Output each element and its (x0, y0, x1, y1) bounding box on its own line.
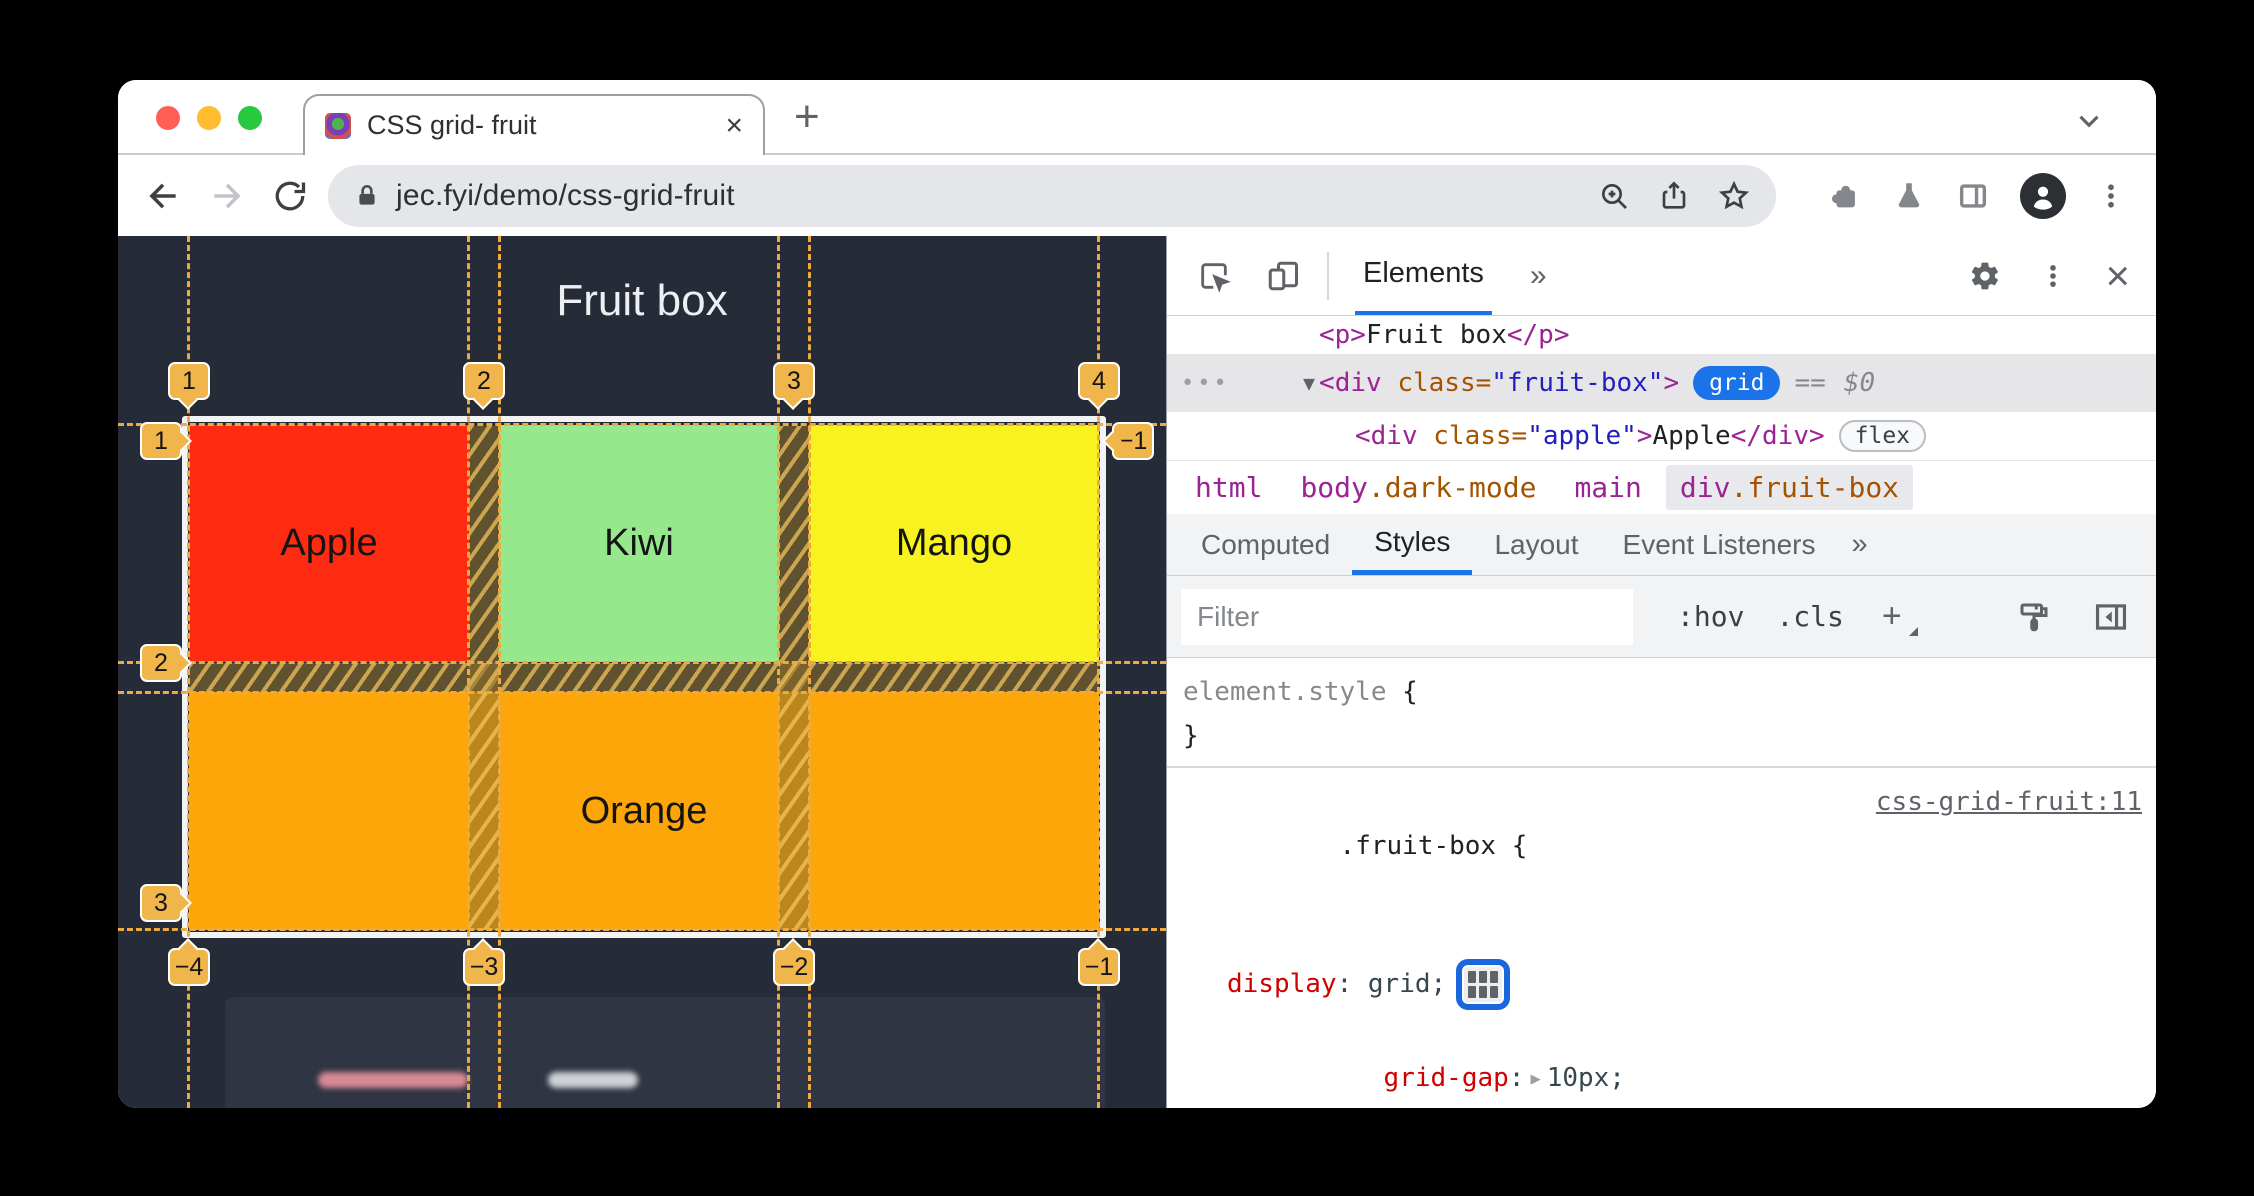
tab-close-icon[interactable]: × (725, 110, 743, 141)
beaker-flask-icon[interactable] (1892, 179, 1926, 213)
devtools-toolbar: Elements » × (1167, 236, 2156, 316)
fruit-box-rule-selector[interactable]: .fruit-box { css-grid-fruit:11 (1167, 768, 2156, 956)
browser-window: CSS grid- fruit × + jec.fyi/demo/css-gri… (118, 80, 2156, 1108)
breadcrumb-item-fruit-box[interactable]: div.fruit-box (1665, 465, 1914, 510)
divider (1327, 251, 1329, 300)
url-text[interactable]: jec.fyi/demo/css-grid-fruit (396, 179, 735, 213)
node-options-dots[interactable]: ••• (1181, 371, 1247, 396)
toggle-pseudo-class-button[interactable]: :hov (1677, 600, 1744, 633)
tab-elements[interactable]: Elements (1355, 236, 1492, 315)
inspect-element-icon[interactable] (1197, 259, 1231, 293)
next-section-panel (225, 997, 1105, 1108)
tab-computed[interactable]: Computed (1179, 514, 1352, 575)
grid-overlay-line (118, 691, 1166, 694)
toggle-sidebar-icon[interactable] (2092, 598, 2130, 636)
zoom-icon[interactable] (1598, 180, 1630, 212)
grid-badge-button[interactable]: grid (1693, 366, 1781, 400)
devtools-panel: Elements » × <p> Fruit box </p> ••• ▼ <d… (1166, 236, 2156, 1108)
side-panel-icon[interactable] (1956, 179, 1990, 213)
tab-event-listeners[interactable]: Event Listeners (1601, 514, 1838, 575)
breadcrumb-item-html[interactable]: html (1181, 465, 1276, 510)
stylesheet-source-link[interactable]: css-grid-fruit:11 (1876, 780, 2142, 824)
chevron-down-icon[interactable] (2072, 104, 2106, 138)
flex-badge-button[interactable]: flex (1838, 420, 1927, 452)
new-style-rule-button[interactable]: + (1882, 597, 1918, 636)
expand-arrow-icon[interactable]: ▶ (1524, 1069, 1546, 1089)
lock-icon (354, 182, 380, 210)
grid-line-badge: −1 (1078, 938, 1120, 986)
browser-toolbar: jec.fyi/demo/css-grid-fruit (118, 155, 2156, 236)
css-property-display[interactable]: display: grid; (1167, 956, 2156, 1012)
clipped-content (548, 1072, 638, 1088)
tab-styles[interactable]: Styles (1352, 514, 1473, 575)
tab-strip: CSS grid- fruit × + (118, 80, 2156, 155)
close-window-button[interactable] (156, 106, 180, 130)
browser-tab[interactable]: CSS grid- fruit × (303, 94, 765, 155)
styles-filter-bar: :hov .cls + (1167, 576, 2156, 658)
grid-line-badge: 1 (168, 362, 210, 410)
breadcrumb-item-main[interactable]: main (1560, 465, 1655, 510)
devtools-toolbar-right: × (1969, 254, 2130, 297)
address-bar[interactable]: jec.fyi/demo/css-grid-fruit (328, 164, 1776, 227)
omnibox-actions (1598, 180, 1750, 212)
window-controls (156, 106, 262, 130)
page-title: Fruit box (556, 276, 728, 325)
breadcrumb: html body.dark-mode main div.fruit-box (1167, 460, 2156, 514)
breadcrumb-item-body[interactable]: body.dark-mode (1286, 465, 1550, 510)
disclosure-triangle-icon[interactable]: ▼ (1303, 371, 1315, 395)
close-devtools-icon[interactable]: × (2105, 254, 2130, 297)
css-property-grid-gap[interactable]: grid-gap: ▶ 10px; (1167, 1012, 2156, 1108)
grid-line-badge: −1 (1102, 422, 1154, 460)
minimize-window-button[interactable] (197, 106, 221, 130)
grid-editor-button[interactable] (1456, 958, 1511, 1010)
tab-title: CSS grid- fruit (367, 110, 537, 140)
elements-tree: <p> Fruit box </p> ••• ▼ <div class= "fruit… (1167, 316, 2156, 514)
dom-node-fruit-box-selected[interactable]: ••• ▼ <div class= "fruit-box" > grid == $0 (1167, 354, 2156, 412)
profile-avatar[interactable] (2020, 172, 2066, 219)
styles-tab-bar: Computed Styles Layout Event Listeners » (1167, 514, 2156, 576)
more-tabs-chevron[interactable]: » (1838, 514, 1882, 575)
extensions-puzzle-icon[interactable] (1828, 179, 1862, 213)
toggle-class-button[interactable]: .cls (1776, 600, 1843, 633)
dom-node-apple[interactable]: <div class= "apple" > Apple </div> flex (1167, 412, 2156, 460)
grid-line-badge: 2 (140, 644, 192, 682)
grid-line-badge: −2 (773, 938, 815, 986)
grid-line-badge: 2 (463, 362, 505, 410)
grid-line-badge: 3 (140, 884, 192, 922)
dom-node-p[interactable]: <p> Fruit box </p> (1167, 316, 2156, 354)
more-panels-chevron[interactable]: » (1530, 259, 1547, 293)
toolbar-right-actions (1828, 172, 2126, 219)
reload-icon[interactable] (272, 178, 308, 214)
maximize-window-button[interactable] (238, 106, 262, 130)
device-toolbar-icon[interactable] (1265, 258, 1301, 294)
browser-menu-dots-icon[interactable] (2096, 181, 2126, 211)
window-content: Fruit box Apple Kiwi Mango Orange 1 2 3 … (118, 236, 2156, 1108)
bookmark-star-icon[interactable] (1718, 180, 1750, 212)
gear-icon[interactable] (1969, 260, 2001, 292)
rendering-brush-icon[interactable] (2016, 599, 2052, 635)
grid-line-badge: 1 (140, 422, 192, 460)
styles-pane: element.style { } .fruit-box { css-grid-… (1167, 658, 2156, 1108)
grid-line-badge: 4 (1078, 362, 1120, 410)
forward-icon[interactable] (208, 177, 246, 215)
grid-overlay-border (182, 416, 1106, 938)
grid-overlay-line (118, 661, 1166, 664)
back-icon[interactable] (144, 177, 182, 215)
grid-line-badge: 3 (773, 362, 815, 410)
new-tab-button[interactable]: + (794, 92, 820, 142)
grid-line-badge: −4 (168, 938, 210, 986)
clipped-content (318, 1072, 468, 1088)
tab-favicon-icon (325, 112, 351, 139)
filter-input[interactable] (1181, 588, 1633, 645)
element-style-rule[interactable]: element.style { (1167, 670, 2156, 714)
grid-line-badge: −3 (463, 938, 505, 986)
grid-overlay-line (118, 423, 1166, 426)
element-style-close: } (1183, 721, 1199, 751)
share-icon[interactable] (1658, 180, 1690, 212)
grid-overlay-line (118, 928, 1166, 931)
page-viewport: Fruit box Apple Kiwi Mango Orange 1 2 3 … (118, 236, 1166, 1108)
tab-layout[interactable]: Layout (1472, 514, 1600, 575)
devtools-menu-dots-icon[interactable] (2039, 262, 2067, 290)
